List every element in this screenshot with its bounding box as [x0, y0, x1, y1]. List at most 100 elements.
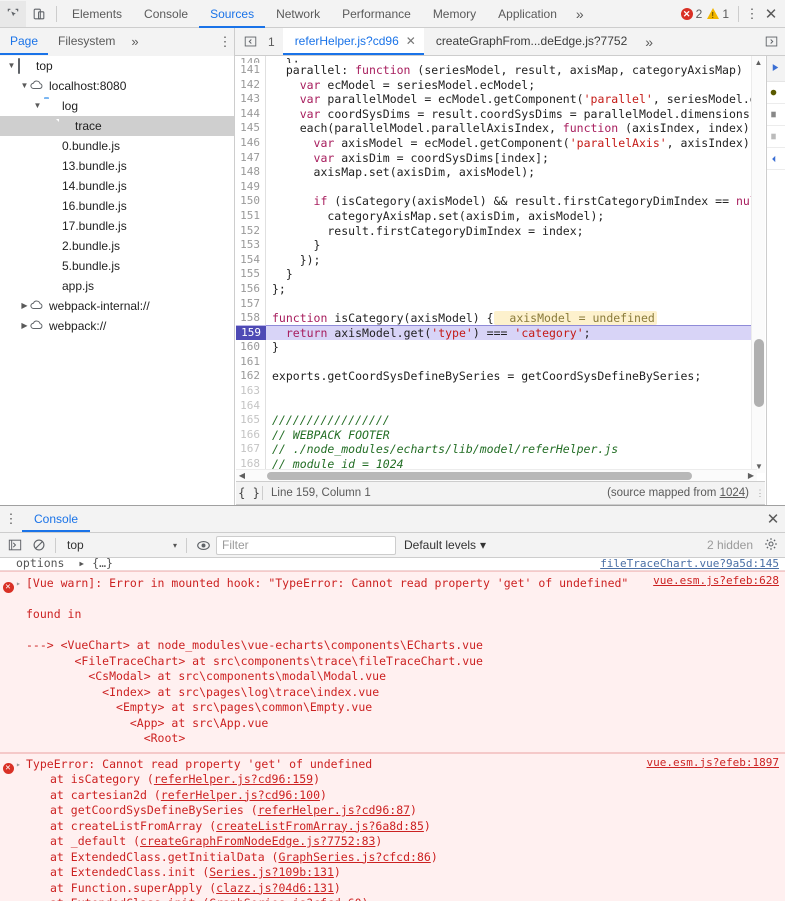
line-number[interactable]: 158 [236, 311, 266, 325]
live-expression-eye-icon[interactable] [192, 535, 214, 556]
tab-memory[interactable]: Memory [422, 0, 487, 28]
stack-frame-link[interactable]: GraphSeries.js?cfcd:86 [278, 850, 430, 864]
code-line[interactable]: 166 // WEBPACK FOOTER [236, 427, 757, 443]
line-number[interactable]: 155 [236, 267, 266, 282]
editor-horizontal-scrollbar[interactable]: ◀ ▶ [236, 469, 757, 481]
resume-script-icon[interactable] [767, 56, 784, 78]
horizontal-scroll-thumb[interactable] [267, 472, 692, 480]
tree-item-log[interactable]: ▼ log [0, 96, 234, 116]
editor-vertical-scrollbar[interactable]: ▲ ▼ [751, 56, 765, 473]
debugger-sidebar[interactable] [766, 56, 785, 505]
twisty-expanded-icon[interactable]: ▼ [32, 96, 43, 116]
navigator-tab-filesystem[interactable]: Filesystem [48, 28, 125, 55]
navigator-kebab-icon[interactable]: ⋮ [216, 35, 234, 48]
stack-frame-link[interactable]: GraphSeries.js?cfcd:60 [209, 896, 361, 901]
debugger-section-callstack[interactable] [767, 148, 785, 170]
line-number[interactable]: 142 [236, 77, 266, 93]
customize-devtools-kebab-icon[interactable]: ⋮ [743, 7, 761, 20]
clear-console-icon[interactable] [28, 535, 50, 556]
console-log-levels-select[interactable]: Default levels ▾ [398, 538, 492, 552]
code-line[interactable]: 147 var axisDim = coordSysDims[index]; [236, 150, 757, 166]
line-number[interactable]: 146 [236, 135, 266, 151]
line-number[interactable]: 166 [236, 427, 266, 443]
tab-network[interactable]: Network [265, 0, 331, 28]
more-tabs-chevron-icon[interactable]: » [635, 34, 663, 50]
tree-item-webpack-internal[interactable]: ▶ webpack-internal:// [0, 296, 234, 316]
code-lines-container[interactable]: 140 };141 parallel: function (seriesMode… [236, 56, 757, 473]
tab-elements[interactable]: Elements [61, 0, 133, 28]
tab-application[interactable]: Application [487, 0, 568, 28]
tab-performance[interactable]: Performance [331, 0, 422, 28]
code-line[interactable]: 152 result.firstCategoryDimIndex = index… [236, 223, 757, 239]
stack-frame[interactable]: at getCoordSysDefineBySeries (referHelpe… [26, 803, 781, 819]
code-line[interactable]: 146 var axisModel = ecModel.getComponent… [236, 135, 757, 151]
sidebar-resize-grip[interactable]: ⋮ [755, 481, 765, 505]
tree-item-0-bundle-js[interactable]: 0.bundle.js [0, 136, 234, 156]
stack-frame[interactable]: at ExtendedClass.init (Series.js?109b:13… [26, 865, 781, 881]
code-line[interactable]: 142 var ecModel = seriesModel.ecModel; [236, 77, 757, 93]
code-line[interactable]: 154 }); [236, 252, 757, 268]
more-panels-chevron-icon[interactable]: » [568, 6, 592, 22]
close-tab-icon[interactable]: ✕ [406, 28, 416, 55]
console-message-source[interactable]: vue.esm.js?efeb:1897 [647, 756, 779, 769]
code-line[interactable]: 149 [236, 179, 757, 195]
debugger-section-scope[interactable] [767, 126, 785, 148]
code-line[interactable]: 140 }; [236, 56, 757, 69]
stack-frame-link[interactable]: createGraphFromNodeEdge.js?7752:83 [140, 834, 375, 848]
code-line[interactable]: 164 [236, 398, 757, 414]
code-line[interactable]: 148 axisMap.set(axisDim, axisModel); [236, 165, 757, 180]
line-number[interactable]: 156 [236, 281, 266, 297]
stack-frame-link[interactable]: referHelper.js?cd96:100 [161, 788, 320, 802]
console-message-list[interactable]: options ▸ {…} fileTraceChart.vue?9a5d:145… [0, 558, 785, 901]
code-line[interactable]: 162 exports.getCoordSysDefineBySeries = g… [236, 369, 757, 385]
editor-tab-creategraph[interactable]: createGraphFrom...deEdge.js?7752 [424, 28, 635, 55]
code-line[interactable]: 156}; [236, 281, 757, 297]
console-message[interactable]: ✕ ▸ TypeError: Cannot read property 'get' … [0, 752, 785, 901]
code-line[interactable]: 158 function isCategory(axisModel) { axis… [236, 311, 757, 326]
line-number[interactable]: 144 [236, 106, 266, 122]
stack-frame[interactable]: at cartesian2d (referHelper.js?cd96:100) [26, 788, 781, 804]
tab-sources[interactable]: Sources [199, 0, 266, 28]
code-line[interactable]: 144 var coordSysDims = result.coordSysDi… [236, 106, 757, 122]
drawer-kebab-icon[interactable]: ⋮ [0, 512, 22, 525]
line-number[interactable]: 161 [236, 354, 266, 370]
pretty-print-icon[interactable]: { } [236, 486, 262, 500]
line-number[interactable]: 149 [236, 179, 266, 195]
warning-count-badge[interactable]: 1 [707, 7, 729, 21]
stack-frame-link[interactable]: createListFromArray.js?6a8d:85 [216, 819, 424, 833]
tree-item-localhost-8080[interactable]: ▼ localhost:8080 [0, 76, 234, 96]
scroll-up-arrow-icon[interactable]: ▲ [752, 56, 765, 69]
stack-frame-link[interactable]: clazz.js?04d6:131 [216, 881, 334, 895]
line-number[interactable]: 154 [236, 252, 266, 268]
source-map-link[interactable]: 1024 [720, 487, 746, 499]
code-line[interactable]: 155 } [236, 267, 757, 282]
tree-item-13-bundle-js[interactable]: 13.bundle.js [0, 156, 234, 176]
close-devtools-icon[interactable]: ✕ [761, 5, 781, 23]
line-number[interactable]: 165 [236, 413, 266, 428]
drawer-tab-console[interactable]: Console [22, 506, 91, 532]
code-line[interactable]: 145 each(parallelModel.parallelAxisIndex… [236, 121, 757, 136]
error-count-badge[interactable]: ✕ 2 [680, 7, 702, 21]
tree-item-trace[interactable]: trace [0, 116, 234, 136]
line-number[interactable]: 145 [236, 121, 266, 136]
expand-message-arrow-icon[interactable]: ▸ [16, 576, 26, 747]
code-line[interactable]: 165 ///////////////// [236, 413, 757, 428]
navigator-file-tree[interactable]: ▼ top ▼ localhost:8080 ▼ log trace 0.bundle.js 1… [0, 56, 235, 518]
stack-frame[interactable]: at isCategory (referHelper.js?cd96:159) [26, 772, 781, 788]
stack-frame[interactable]: at ExtendedClass.getInitialData (GraphSe… [26, 850, 781, 866]
code-line[interactable]: 167 // ./node_modules/echarts/lib/model/r… [236, 442, 757, 458]
code-line[interactable]: 143 var parallelModel = ecModel.getCompo… [236, 92, 757, 107]
code-line[interactable]: 163 [236, 384, 757, 399]
stack-frame[interactable]: at Function.superApply (clazz.js?04d6:13… [26, 881, 781, 897]
source-code-editor[interactable]: 140 };141 parallel: function (seriesMode… [236, 56, 765, 481]
stack-frame-link[interactable]: Series.js?109b:131 [209, 865, 334, 879]
inspect-element-icon[interactable] [0, 0, 26, 27]
collapse-navigator-icon[interactable] [239, 31, 261, 53]
stack-frame[interactable]: at ExtendedClass.init (GraphSeries.js?cf… [26, 896, 781, 901]
line-number[interactable]: 140 [236, 56, 266, 69]
line-number[interactable]: 141 [236, 63, 266, 78]
line-number[interactable]: 153 [236, 238, 266, 253]
line-number[interactable]: 160 [236, 340, 266, 355]
twisty-expanded-icon[interactable]: ▼ [19, 76, 30, 96]
line-number[interactable]: 164 [236, 398, 266, 414]
